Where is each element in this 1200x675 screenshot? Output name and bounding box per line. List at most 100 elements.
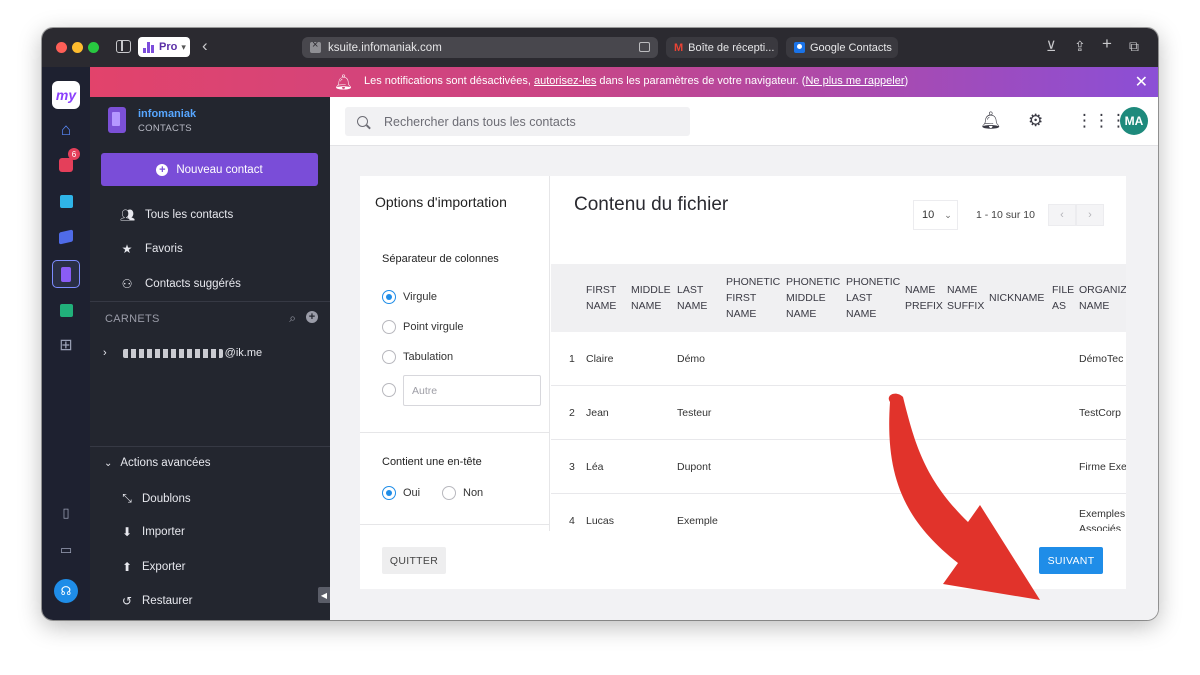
device-icon[interactable]: ▯ [54,501,78,525]
contacts-app-icon[interactable] [52,260,80,288]
next-button[interactable]: SUIVANT [1039,547,1103,574]
radio-button[interactable] [442,486,456,500]
dont-remind-link[interactable]: Ne plus me rappeler [805,75,904,87]
brand: infomaniak CONTACTS [108,107,308,137]
new-tab-icon[interactable]: + [1102,35,1112,52]
my-logo-icon[interactable]: my [52,81,80,109]
profile-bars-icon [143,41,155,53]
radio-header-no[interactable]: Non [442,486,483,500]
close-icon[interactable]: ✕ [1135,72,1148,92]
radio-header-yes[interactable]: Oui [382,486,420,500]
add-addressbook-icon[interactable]: + [306,311,318,323]
pagination: ‹ › [1048,204,1104,226]
column-header: PHONETIC FIRST NAME [726,276,781,320]
column-header: PHONETIC LAST NAME [846,276,901,320]
search-input[interactable]: Rechercher dans tous les contacts [345,107,690,136]
row-index: 4 [569,515,575,527]
carnets-label: CARNETS [105,313,160,325]
first-name-cell: Léa [586,461,604,473]
apps-grid-icon[interactable]: ⊞ [54,333,78,357]
table-row: 1 Claire Démo DémoTec [551,332,1126,386]
notification-banner: 🔔︎ Les notifications sont désactivées, a… [90,67,1158,97]
tab-google-contacts[interactable]: Google Contacts [786,37,898,58]
allow-notifications-link[interactable]: autorisez-les [534,75,596,87]
tab-gmail[interactable]: M Boîte de récepti... [666,37,778,58]
last-name-cell: Démo [677,353,706,365]
back-arrow-icon[interactable]: ‹ [202,36,208,56]
tab-overview-icon[interactable]: ⧉ [1129,39,1139,53]
divider [360,432,549,433]
sidebar-item-restore[interactable]: ↺ Restaurer [120,594,193,608]
sidebar-item-import[interactable]: ⬇︎ Importer [120,525,185,539]
sidebar-toggle-icon[interactable] [116,40,131,53]
other-separator-input[interactable]: Autre [403,375,541,406]
radio-button[interactable] [382,290,396,304]
sidebar-item-all-contacts[interactable]: 👥︎ Tous les contacts [120,205,233,225]
radio-button[interactable] [382,350,396,364]
drive-app-icon[interactable] [54,189,78,213]
content-title: Contenu du fichier [574,194,729,215]
radio-virgule[interactable]: Virgule [382,290,437,304]
first-name-cell: Claire [586,353,614,365]
support-icon[interactable]: ☊ [54,579,78,603]
brand-subtitle: CONTACTS [138,123,192,134]
import-panel: Options d'importation Séparateur de colo… [360,176,1126,589]
sidebar-item-export[interactable]: ⬆︎ Exporter [120,560,186,574]
share-icon[interactable]: ⇪ [1074,39,1086,53]
radio-button[interactable] [382,486,396,500]
next-page-button[interactable]: › [1076,204,1104,226]
address-bar[interactable]: ksuite.infomaniak.com [302,37,658,58]
radio-point-virgule[interactable]: Point virgule [382,320,464,334]
notification-message: Les notifications sont désactivées, auto… [364,75,909,87]
import-options: Options d'importation Séparateur de colo… [360,176,550,531]
sidebar-item-suggested[interactable]: ⚇ Contacts suggérés [120,274,241,294]
radio-tabulation[interactable]: Tabulation [382,350,453,364]
column-header: MIDDLE NAME [631,284,671,312]
sidebar: infomaniak CONTACTS + Nouveau contact 👥︎… [90,97,330,620]
downloads-icon[interactable]: ⊻ [1046,39,1056,53]
app-rail: my ⌂ 6 ⊞ ▯ ▭ ☊ [42,67,90,620]
pagination-range: 1 - 10 sur 10 [976,209,1035,221]
options-title: Options d'importation [375,194,507,210]
radio-button[interactable] [382,383,396,397]
prev-page-button[interactable]: ‹ [1048,204,1076,226]
minimize-window-button[interactable] [72,42,83,53]
kdrive-app-icon[interactable] [54,225,78,249]
url-text: ksuite.infomaniak.com [328,41,442,54]
avatar[interactable]: MA [1120,107,1148,135]
addressbook-account[interactable]: › @ik.me [103,347,262,359]
close-window-button[interactable] [56,42,67,53]
new-contact-button[interactable]: + Nouveau contact [101,153,318,186]
mail-app-icon[interactable]: 6 [54,148,80,177]
radio-autre[interactable] [382,383,403,397]
gear-icon[interactable]: ⚙ [1028,111,1043,131]
radio-button[interactable] [382,320,396,334]
search-icon[interactable]: ⌕ [289,311,296,326]
separator-title: Séparateur de colonnes [382,253,499,265]
calendar-app-icon[interactable] [54,298,78,322]
first-name-cell: Lucas [586,515,615,527]
plus-icon: + [156,163,169,176]
organization-cell: DémoTec [1079,353,1124,365]
home-icon[interactable]: ⌂ [54,118,78,142]
suggested-icon: ⚇ [121,277,133,291]
advanced-actions-toggle[interactable]: ⌄ Actions avancées [104,457,211,469]
chevron-down-icon: ⌄ [104,457,113,469]
row-index: 3 [569,461,575,473]
profile-chip[interactable]: Pro ▾ [138,37,190,57]
import-icon: ⬇︎ [121,525,133,539]
per-page-select[interactable]: 10 ⌄ [913,200,958,230]
contacts-logo-icon [108,107,126,133]
divider [90,446,330,447]
notifications-bell-icon[interactable]: 🔔︎ [980,111,1002,131]
zoom-window-button[interactable] [88,42,99,53]
sidebar-item-duplicates[interactable]: ⤡ Doublons [120,491,190,506]
reader-icon[interactable] [639,42,650,52]
sidebar-item-favorites[interactable]: ★ Favoris [120,239,183,259]
collapse-sidebar-icon[interactable]: ◀ [318,587,330,603]
quit-button[interactable]: QUITTER [382,547,446,574]
chat-icon[interactable]: ▭ [54,538,78,562]
column-header: NAME PREFIX [905,284,943,312]
last-name-cell: Dupont [677,461,711,473]
chevron-right-icon[interactable]: › [103,347,107,359]
